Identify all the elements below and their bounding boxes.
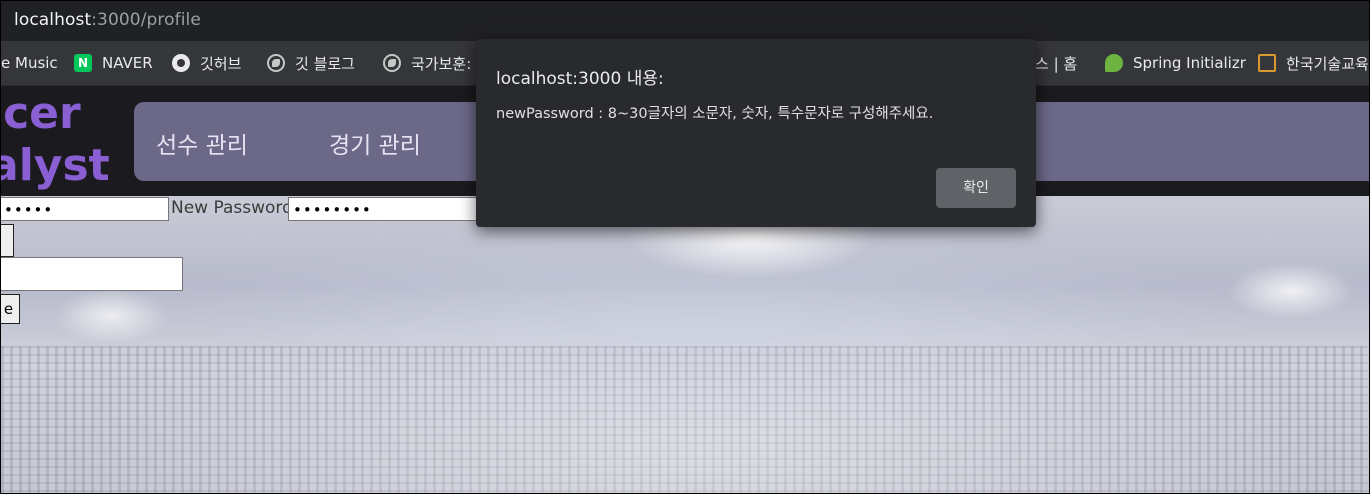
- logo-line1: ccer: [1, 88, 81, 139]
- bookmark-label: 국가보훈:: [411, 54, 472, 73]
- bookmark-label: NAVER: [102, 54, 153, 72]
- submit-button[interactable]: e: [1, 294, 20, 324]
- logo-line2: alyst: [0, 140, 110, 191]
- koreatech-icon: [1258, 54, 1276, 72]
- form-button[interactable]: [1, 224, 14, 257]
- new-password-input[interactable]: ••••••••: [288, 197, 478, 221]
- nav-item-matches[interactable]: 경기 관리: [329, 126, 421, 160]
- bookmark-koreatech[interactable]: 한국기술교육: [1258, 41, 1369, 85]
- new-password-label: New Password: [171, 198, 293, 218]
- dialog-title: localhost:3000 내용:: [496, 69, 664, 89]
- bookmark-naver[interactable]: N NAVER: [74, 41, 153, 85]
- nav-item-players[interactable]: 선수 관리: [156, 126, 248, 160]
- bookmark-git-blog[interactable]: 깃 블로그: [267, 41, 355, 85]
- bookmark-music[interactable]: e Music: [1, 41, 58, 85]
- bookmark-label: 스 | 홈: [1035, 54, 1078, 73]
- bookmark-label: Spring Initializr: [1133, 54, 1246, 72]
- spring-leaf-icon: [1105, 54, 1123, 72]
- bookmark-label: 한국기술교육: [1286, 54, 1369, 73]
- bookmark-label: 깃허브: [200, 54, 242, 73]
- address-bar[interactable]: localhost:3000/profile: [1, 1, 1369, 41]
- bookmark-home[interactable]: 스 | 홈: [1035, 41, 1077, 85]
- globe-icon: [267, 54, 285, 72]
- current-password-input[interactable]: •••••: [1, 197, 169, 221]
- browser-window: localhost:3000/profile e Music N NAVER 깃…: [0, 0, 1370, 494]
- github-icon: [172, 54, 190, 72]
- text-input[interactable]: [1, 257, 183, 291]
- bookmark-github[interactable]: 깃허브: [172, 41, 241, 85]
- dialog-message: newPassword : 8~30글자의 소문자, 숫자, 특수문자로 구성해…: [496, 106, 934, 122]
- bookmark-label: 깃 블로그: [295, 54, 355, 73]
- globe-icon: [383, 54, 401, 72]
- confirm-button[interactable]: 확인: [936, 168, 1016, 208]
- bookmark-label: e Music: [1, 54, 58, 72]
- site-logo[interactable]: ccer alyst: [0, 86, 129, 194]
- stadium-background-image: [1, 196, 1369, 493]
- bookmark-bohun[interactable]: 국가보훈:: [383, 41, 471, 85]
- alert-dialog: localhost:3000 내용: newPassword : 8~30글자의…: [476, 39, 1036, 227]
- naver-icon: N: [74, 54, 92, 72]
- bookmark-spring[interactable]: Spring Initializr: [1105, 41, 1246, 85]
- url-path: :3000/profile: [91, 10, 201, 30]
- url-text[interactable]: localhost:3000/profile: [14, 10, 201, 30]
- url-host: localhost: [14, 10, 92, 30]
